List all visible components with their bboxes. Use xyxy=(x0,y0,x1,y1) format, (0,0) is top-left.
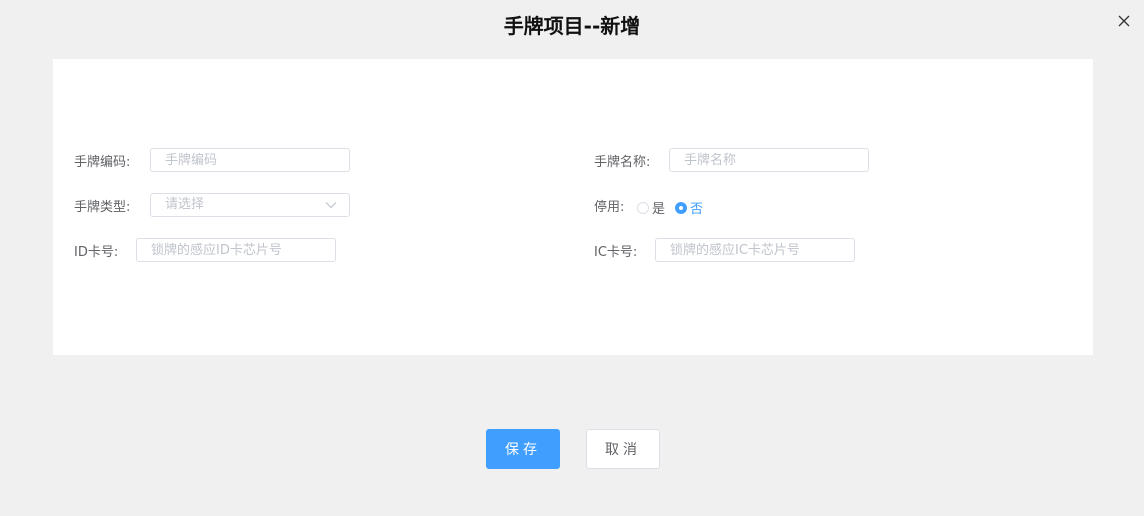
id-card-input[interactable] xyxy=(136,238,336,262)
name-field: 手牌名称: xyxy=(594,147,650,173)
id-card-field: ID卡号: xyxy=(74,237,118,263)
radio-yes[interactable]: 是 xyxy=(637,198,665,217)
dialog-title: 手牌项目--新增 xyxy=(503,14,641,38)
form-panel: 手牌编码: 手牌名称: 手牌类型: 请选择 停用: 是 xyxy=(53,59,1093,355)
code-field: 手牌编码: xyxy=(74,147,130,173)
ic-card-label: IC卡号: xyxy=(594,244,638,260)
code-label: 手牌编码: xyxy=(74,154,131,170)
name-label: 手牌名称: xyxy=(594,154,651,170)
type-select-placeholder: 请选择 xyxy=(165,197,205,212)
dialog: 手牌项目--新增 手牌编码: 手牌名称: 手牌类型: 请选择 停用: xyxy=(0,0,1144,516)
type-field: 手牌类型: xyxy=(74,192,130,218)
radio-no-circle xyxy=(675,201,688,214)
chevron-down-icon xyxy=(325,202,337,209)
name-input[interactable] xyxy=(669,148,869,172)
disabled-field: 停用: xyxy=(594,192,624,218)
type-label: 手牌类型: xyxy=(74,199,131,215)
type-select[interactable]: 请选择 xyxy=(150,193,350,217)
close-button[interactable] xyxy=(1116,13,1132,29)
close-icon xyxy=(1118,15,1130,27)
save-button[interactable]: 保存 xyxy=(486,429,560,469)
ic-card-input[interactable] xyxy=(655,238,855,262)
radio-no[interactable]: 否 xyxy=(675,198,703,217)
disabled-label: 停用: xyxy=(594,199,625,215)
disabled-radio-group: 是 否 xyxy=(637,198,713,217)
id-card-label: ID卡号: xyxy=(74,244,119,260)
cancel-button[interactable]: 取消 xyxy=(586,429,660,469)
code-input[interactable] xyxy=(150,148,350,172)
ic-card-field: IC卡号: xyxy=(594,237,637,263)
radio-yes-label: 是 xyxy=(652,202,666,217)
radio-yes-circle xyxy=(637,201,649,214)
radio-no-label: 否 xyxy=(690,202,704,217)
